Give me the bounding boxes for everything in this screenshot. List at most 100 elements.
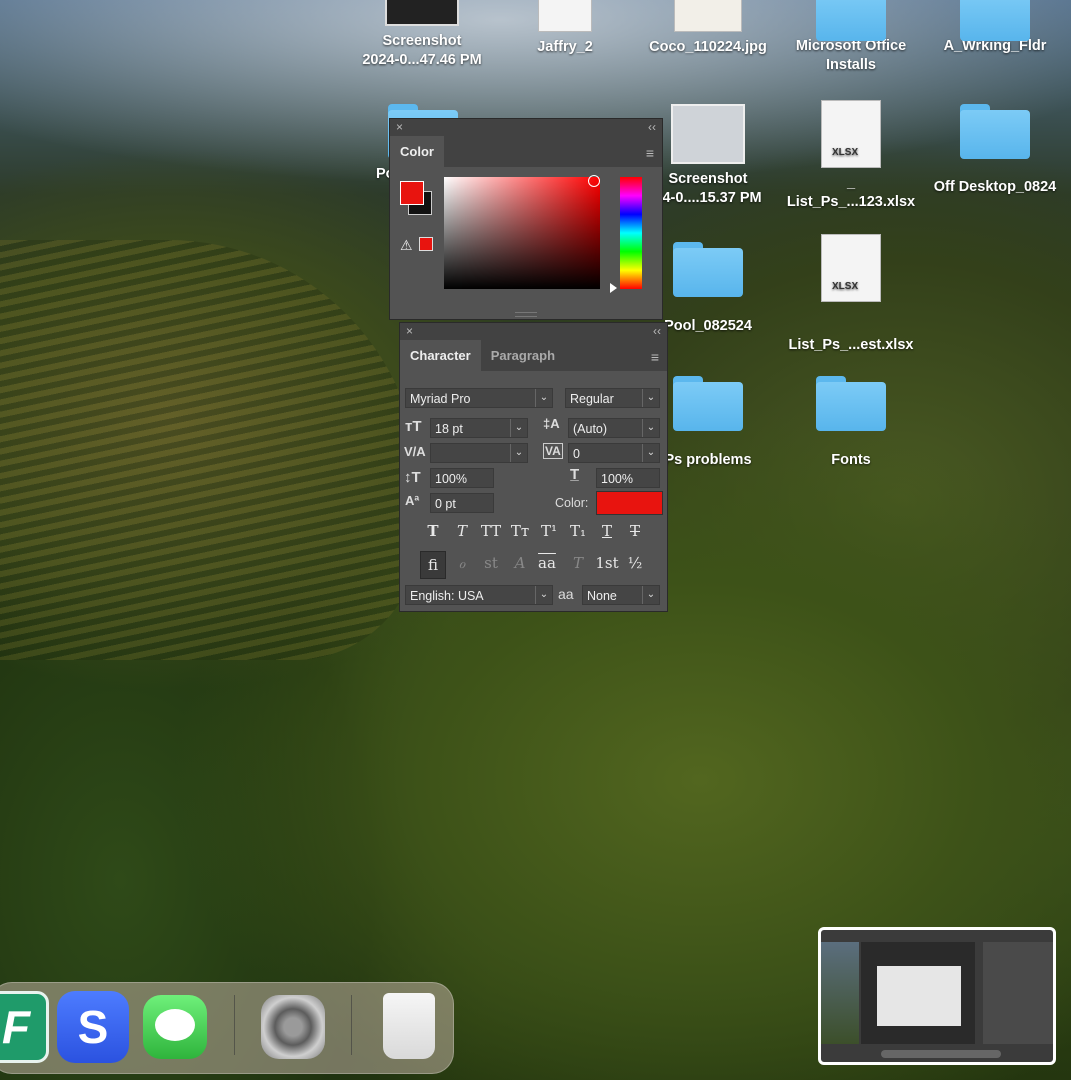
strikethrough-button[interactable]: T <box>624 522 646 540</box>
icon-label: Installs <box>826 57 876 73</box>
folder-icon <box>960 104 1030 159</box>
color-picker-handle[interactable] <box>588 175 600 187</box>
panel-tabbar: Color ≡ <box>390 135 662 167</box>
gamut-swatch[interactable] <box>419 237 433 251</box>
baseline-shift-field[interactable]: 0 pt <box>430 493 494 513</box>
close-icon[interactable]: × <box>396 120 403 134</box>
desktop-icon-screenshot-1[interactable]: Screenshot 2024-0...47.46 PM <box>347 0 497 70</box>
tab-color[interactable]: Color <box>390 136 444 167</box>
chevron-down-icon: ⌄ <box>510 444 527 462</box>
tab-paragraph[interactable]: Paragraph <box>481 340 565 371</box>
leading-field[interactable]: (Auto) ⌄ <box>568 418 660 438</box>
all-caps-button[interactable]: TT <box>480 522 502 540</box>
panel-titlebar: × ‹‹ <box>390 119 662 135</box>
dock-app-messages[interactable] <box>143 995 207 1059</box>
ordinals-button[interactable]: 1st <box>594 554 620 572</box>
old-style-button[interactable]: ℴ <box>451 554 473 572</box>
font-family-select[interactable]: Myriad Pro ⌄ <box>405 388 553 408</box>
icon-label: Jaffry_2 <box>537 39 593 55</box>
antialias-icon: aa <box>558 586 574 602</box>
chevron-down-icon: ⌄ <box>642 444 659 462</box>
desktop-icon-list-ps-123[interactable]: XLSX _ List_Ps_...123.xlsx <box>776 100 926 212</box>
tracking-field[interactable]: 0 ⌄ <box>568 443 660 463</box>
dock-app-shortcut-s[interactable]: S <box>57 991 129 1063</box>
swash-button[interactable]: A <box>509 554 531 572</box>
desktop-icon-coco[interactable]: Coco_110224.jpg <box>633 0 783 57</box>
desktop-icon-a-wrking-fldr[interactable]: A_Wrking_Fldr <box>920 0 1070 56</box>
small-caps-button[interactable]: Tт <box>509 522 531 540</box>
antialias-select[interactable]: None ⌄ <box>582 585 660 605</box>
xlsx-icon: XLSX <box>821 100 881 168</box>
character-panel: × ‹‹ Character Paragraph ≡ Myriad Pro ⌄ R… <box>399 322 668 612</box>
vertical-scale-field[interactable]: 100% <box>430 468 494 488</box>
tracking-value: 0 <box>573 447 580 461</box>
horizontal-scale-field[interactable]: 100% <box>596 468 660 488</box>
discretionary-ligatures-button[interactable]: st <box>480 554 502 572</box>
close-icon[interactable]: × <box>406 324 413 338</box>
desktop-icon-jaffry[interactable]: Jaffry_2 <box>490 0 640 57</box>
fractions-button[interactable]: ½ <box>624 554 646 572</box>
resize-grip[interactable] <box>515 312 537 317</box>
folder-icon <box>673 242 743 297</box>
dock-app-system-settings[interactable] <box>261 995 325 1059</box>
wallpaper-vineyard <box>0 240 420 660</box>
antialias-value: None <box>587 589 617 603</box>
font-size-value: 18 pt <box>435 422 463 436</box>
dock-separator <box>351 995 352 1055</box>
document-thumbnail <box>538 0 592 32</box>
dock-app-fontexplorer[interactable]: F <box>0 991 49 1063</box>
desktop-icon-off-desktop[interactable]: Off Desktop_0824 <box>920 104 1070 197</box>
xlsx-icon: XLSX <box>821 234 881 302</box>
tab-character[interactable]: Character <box>400 340 481 371</box>
chevron-down-icon: ⌄ <box>535 586 552 604</box>
panel-menu-icon[interactable]: ≡ <box>646 145 654 161</box>
tracking-icon: VA <box>543 443 563 459</box>
folder-icon <box>816 0 886 41</box>
panel-tabbar: Character Paragraph ≡ <box>400 339 667 371</box>
text-color-swatch[interactable] <box>596 491 663 515</box>
preview-wallpaper <box>821 942 859 1044</box>
titling-alternates-button[interactable]: T <box>567 554 589 572</box>
collapse-icon[interactable]: ‹‹ <box>648 120 656 134</box>
dock-app-trash[interactable] <box>383 993 435 1059</box>
chevron-down-icon: ⌄ <box>642 389 659 407</box>
screenshot-preview-thumbnail[interactable] <box>818 927 1056 1065</box>
subscript-button[interactable]: T₁ <box>567 522 589 540</box>
color-field[interactable] <box>444 177 600 289</box>
font-style-select[interactable]: Regular ⌄ <box>565 388 660 408</box>
vertical-scale-icon: ↕T <box>404 469 421 486</box>
folder-icon <box>816 376 886 431</box>
font-app-icon: F <box>1 1001 31 1053</box>
horizontal-scale-value: 100% <box>601 472 633 486</box>
faux-bold-button[interactable]: T <box>422 522 444 540</box>
image-thumbnail <box>674 0 742 32</box>
chevron-down-icon: ⌄ <box>535 389 552 407</box>
underline-button[interactable]: T <box>596 522 618 540</box>
panel-menu-icon[interactable]: ≡ <box>651 349 659 365</box>
desktop-icon-fonts[interactable]: Fonts <box>776 376 926 470</box>
screenshot-thumbnail <box>671 104 745 164</box>
font-size-field[interactable]: 18 pt ⌄ <box>430 418 528 438</box>
leading-icon: ‡A <box>543 416 560 431</box>
icon-label: 2024-0...47.46 PM <box>362 52 482 68</box>
desktop-icon-list-ps-est[interactable]: XLSX List_Ps_...est.xlsx <box>776 234 926 355</box>
horizontal-scale-icon: T̲ <box>570 466 580 483</box>
stylistic-alternates-button[interactable]: aa <box>536 554 558 572</box>
gamut-warning-icon: ⚠ <box>400 237 413 253</box>
collapse-icon[interactable]: ‹‹ <box>653 324 661 338</box>
foreground-color-swatch[interactable] <box>400 181 424 205</box>
kerning-field[interactable]: ⌄ <box>430 443 528 463</box>
ligatures-button[interactable]: fi <box>420 551 446 579</box>
dock-separator <box>234 995 235 1055</box>
desktop-icon-microsoft-office[interactable]: Microsoft Office Installs <box>776 0 926 75</box>
kerning-icon: V/A <box>404 444 426 459</box>
screenshot-thumbnail <box>385 0 459 26</box>
faux-italic-button[interactable]: T <box>451 522 473 540</box>
icon-label: Fonts <box>831 452 871 468</box>
chevron-down-icon: ⌄ <box>510 419 527 437</box>
language-select[interactable]: English: USA ⌄ <box>405 585 553 605</box>
superscript-button[interactable]: T¹ <box>538 522 560 540</box>
hue-slider[interactable] <box>620 177 642 289</box>
hue-slider-handle[interactable] <box>610 283 617 293</box>
folder-icon <box>673 376 743 431</box>
